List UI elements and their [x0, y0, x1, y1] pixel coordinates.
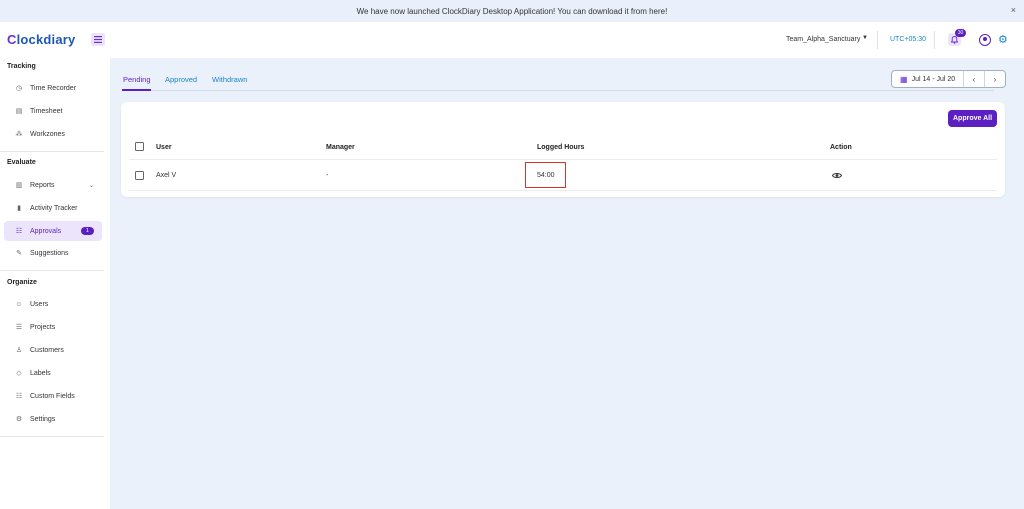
- sidebar-item-label: Customers: [30, 346, 64, 354]
- tab-approved[interactable]: Approved: [165, 75, 197, 84]
- main-content: Pending Approved Withdrawn ▦ Jul 14 - Ju…: [110, 58, 1024, 509]
- timezone-label[interactable]: UTC+05:30: [890, 36, 926, 43]
- notification-badge: 30: [955, 29, 966, 37]
- chevron-down-icon[interactable]: ▼: [862, 35, 868, 41]
- column-header-logged-hours: Logged Hours: [537, 144, 585, 151]
- sidebar-item-projects[interactable]: ☰ Projects: [4, 317, 102, 337]
- divider: [934, 31, 935, 49]
- tab-withdrawn[interactable]: Withdrawn: [212, 75, 247, 84]
- approvals-table-card: Approve All User Manager Logged Hours Ac…: [121, 102, 1005, 197]
- cell-manager: -: [326, 172, 329, 179]
- clock-icon: ◷: [15, 85, 23, 92]
- close-icon[interactable]: ×: [1011, 5, 1016, 15]
- column-header-action: Action: [830, 144, 852, 151]
- custom-fields-icon: ☷: [15, 393, 23, 400]
- team-selector[interactable]: Team_Alpha_Sanctuary: [786, 36, 860, 43]
- banner-text[interactable]: We have now launched ClockDiary Desktop …: [357, 7, 668, 16]
- section-evaluate: Evaluate: [7, 159, 36, 166]
- sidebar-item-label: Timesheet: [30, 107, 63, 115]
- sidebar-item-label: Reports: [30, 181, 55, 189]
- sidebar-item-label: Projects: [30, 323, 56, 331]
- cell-user: Axel V: [156, 172, 177, 179]
- sidebar-item-time-recorder[interactable]: ◷ Time Recorder: [4, 78, 102, 98]
- timesheet-icon: ▤: [15, 108, 23, 115]
- sidebar-item-label: Approvals: [30, 227, 62, 235]
- sidebar-item-users[interactable]: ☺ Users: [4, 294, 102, 314]
- sidebar-item-reports[interactable]: ▥ Reports ⌄: [4, 175, 102, 195]
- tab-pending[interactable]: Pending: [123, 75, 151, 84]
- previous-week-button[interactable]: ‹: [964, 71, 984, 87]
- header-divider: [129, 159, 997, 160]
- sidebar-item-approvals[interactable]: ☷ Approvals 1: [4, 221, 102, 241]
- chevron-down-icon[interactable]: ⌄: [89, 182, 94, 189]
- projects-icon: ☰: [15, 324, 23, 331]
- calendar-icon: ▦: [900, 74, 908, 84]
- sidebar-item-label: Workzones: [30, 130, 65, 138]
- sidebar-item-settings[interactable]: ⚙ Settings: [4, 409, 102, 429]
- sidebar-item-label: Activity Tracker: [30, 204, 78, 212]
- workzones-icon: ⁂: [15, 131, 23, 138]
- eye-icon[interactable]: [832, 170, 842, 180]
- active-tab-indicator: [122, 89, 151, 91]
- column-header-user: User: [156, 144, 172, 151]
- date-range-picker[interactable]: ▦ Jul 14 - Jul 20 ‹ ›: [891, 70, 1006, 88]
- section-organize: Organize: [7, 279, 37, 286]
- sidebar-item-label: Users: [30, 300, 49, 308]
- activity-icon: ▮: [17, 205, 21, 212]
- row-checkbox[interactable]: [135, 171, 144, 180]
- sidebar-item-customers[interactable]: ♙ Customers: [4, 340, 102, 360]
- sidebar-item-label: Labels: [30, 369, 51, 377]
- sidebar-item-custom-fields[interactable]: ☷ Custom Fields: [4, 386, 102, 406]
- profile-icon[interactable]: [979, 34, 991, 46]
- sidebar-divider: [0, 270, 104, 271]
- approvals-icon: ☷: [15, 228, 23, 235]
- next-week-button[interactable]: ›: [984, 71, 1005, 87]
- announcement-banner[interactable]: We have now launched ClockDiary Desktop …: [0, 0, 1024, 22]
- app-logo[interactable]: Clockdiary: [7, 32, 75, 47]
- settings-icon: ⚙: [15, 416, 23, 423]
- gear-icon[interactable]: ⚙: [998, 34, 1008, 46]
- date-range-label: Jul 14 - Jul 20: [911, 75, 956, 83]
- sidebar-item-label: Custom Fields: [30, 392, 75, 400]
- sidebar-divider: [0, 151, 104, 152]
- users-icon: ☺: [15, 300, 23, 308]
- chevron-right-icon: ›: [993, 74, 997, 84]
- sidebar-item-suggestions[interactable]: ✎ Suggestions: [4, 243, 102, 263]
- sidebar-item-label: Suggestions: [30, 249, 69, 257]
- sidebar-item-workzones[interactable]: ⁂ Workzones: [4, 124, 102, 144]
- sidebar-divider: [0, 436, 104, 437]
- row-divider: [129, 190, 997, 191]
- labels-icon: ◇: [16, 370, 22, 377]
- approve-all-button[interactable]: Approve All: [948, 110, 997, 127]
- sidebar-item-timesheet[interactable]: ▤ Timesheet: [4, 101, 102, 121]
- customers-icon: ♙: [15, 347, 23, 354]
- logged-hours-highlight: [525, 162, 566, 188]
- select-all-checkbox[interactable]: [135, 142, 144, 151]
- sidebar: Tracking ◷ Time Recorder ▤ Timesheet ⁂ W…: [0, 58, 110, 509]
- column-header-manager: Manager: [326, 144, 355, 151]
- tabs-divider: [122, 90, 994, 91]
- divider: [877, 31, 878, 49]
- date-range-button[interactable]: ▦ Jul 14 - Jul 20: [892, 71, 964, 87]
- chevron-left-icon: ‹: [972, 74, 976, 84]
- approvals-count-badge: 1: [81, 227, 94, 235]
- suggestions-icon: ✎: [16, 250, 22, 257]
- sidebar-item-activity-tracker[interactable]: ▮ Activity Tracker: [4, 198, 102, 218]
- sidebar-item-labels[interactable]: ◇ Labels: [4, 363, 102, 383]
- sidebar-item-label: Settings: [30, 415, 56, 423]
- top-bar: Clockdiary Team_Alpha_Sanctuary ▼ UTC+05…: [0, 22, 1024, 58]
- menu-icon[interactable]: [91, 33, 105, 46]
- reports-icon: ▥: [15, 182, 23, 189]
- section-tracking: Tracking: [7, 63, 36, 70]
- sidebar-item-label: Time Recorder: [30, 84, 77, 92]
